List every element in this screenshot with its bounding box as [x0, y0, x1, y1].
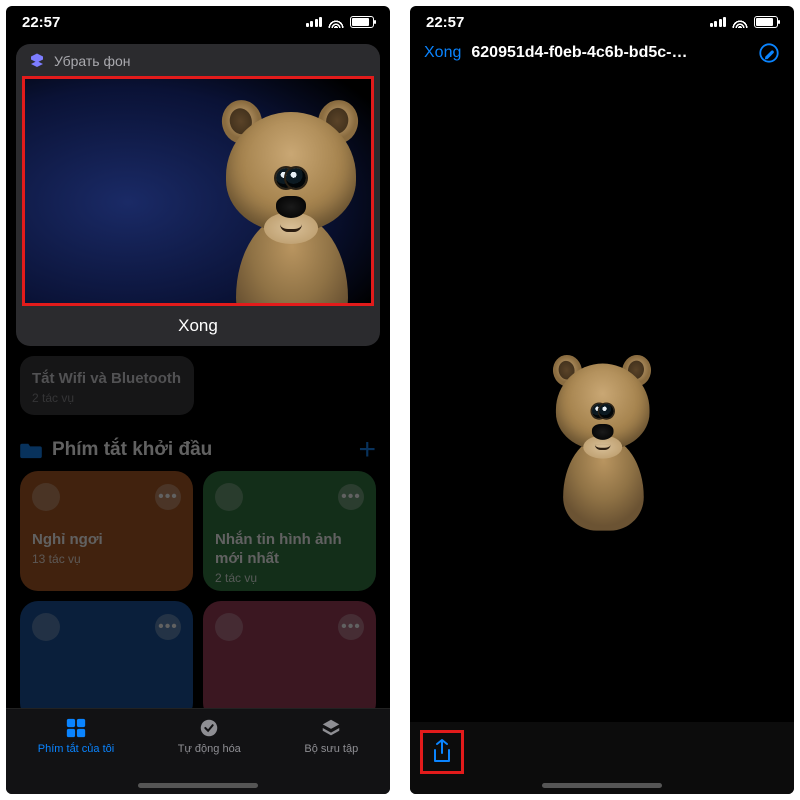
quokka-image — [200, 94, 374, 306]
photos-icon — [215, 613, 243, 641]
section-title: Phím tắt khởi đầu — [52, 439, 212, 461]
shortcut-tile-3[interactable]: ••• — [20, 601, 193, 721]
wifi-icon — [732, 16, 748, 28]
more-icon[interactable]: ••• — [155, 484, 181, 510]
highlight-box — [420, 730, 464, 774]
add-button[interactable]: + — [358, 440, 376, 460]
tile-subtitle: 13 tác vụ — [32, 552, 81, 566]
more-icon[interactable]: ••• — [338, 614, 364, 640]
phone-left-shortcuts: 22:57 Убрать фон — [6, 6, 390, 794]
result-preview[interactable] — [22, 76, 374, 306]
status-time: 22:57 — [22, 14, 60, 31]
stack-icon — [318, 717, 344, 739]
section-header: Phím tắt khởi đầu + — [20, 439, 376, 461]
cellular-icon — [710, 17, 727, 27]
tab-my-shortcuts[interactable]: Phím tắt của tôi — [38, 717, 114, 755]
image-viewer[interactable] — [410, 76, 794, 722]
clock-check-icon — [196, 717, 222, 739]
tab-automation[interactable]: Tự động hóa — [178, 717, 241, 755]
tab-label: Tự động hóa — [178, 743, 241, 755]
quokka-image — [537, 351, 667, 509]
shortcut-tile-4[interactable]: ••• — [203, 601, 376, 721]
status-indicators — [306, 16, 375, 28]
phone-right-viewer: 22:57 Xong 620951d4-f0eb-4c6b-bd5c-… — [410, 6, 794, 794]
wifi-icon — [328, 16, 344, 28]
home-indicator — [138, 783, 258, 788]
viewer-toolbar — [410, 722, 794, 794]
folder-icon — [20, 441, 42, 459]
waveform-icon — [32, 613, 60, 641]
starter-shortcuts-grid: ••• Nghỉ ngơi 13 tác vụ ••• Nhắn tin hìn… — [20, 471, 376, 721]
file-name: 620951d4-f0eb-4c6b-bd5c-… — [471, 44, 748, 62]
card-header: Убрать фон — [16, 44, 380, 76]
tile-title: Tắt Wifi và Bluetooth — [32, 370, 182, 387]
cellular-icon — [306, 17, 323, 27]
tab-label: Bộ sưu tập — [304, 743, 358, 755]
shortcut-tile-wifi-bt[interactable]: Tắt Wifi và Bluetooth 2 tác vụ — [20, 356, 194, 415]
done-button[interactable]: Xong — [424, 44, 461, 62]
done-button[interactable]: Xong — [16, 306, 380, 336]
status-bar: 22:57 — [6, 6, 390, 38]
tab-gallery[interactable]: Bộ sưu tập — [304, 717, 358, 755]
tab-label: Phím tắt của tôi — [38, 743, 114, 755]
shortcut-app-icon — [28, 52, 46, 70]
share-button[interactable] — [420, 730, 464, 774]
status-time: 22:57 — [426, 14, 464, 31]
shortcut-tile-rest[interactable]: ••• Nghỉ ngơi 13 tác vụ — [20, 471, 193, 591]
status-bar: 22:57 — [410, 6, 794, 38]
viewer-top-bar: Xong 620951d4-f0eb-4c6b-bd5c-… — [410, 38, 794, 70]
timer-icon — [32, 483, 60, 511]
grid-icon — [63, 717, 89, 739]
home-indicator — [542, 783, 662, 788]
more-icon[interactable]: ••• — [155, 614, 181, 640]
result-card: Убрать фон Xong — [16, 44, 380, 346]
card-title: Убрать фон — [54, 53, 131, 69]
battery-icon — [350, 16, 374, 28]
tile-title: Nhắn tin hình ảnh mới nhất — [215, 531, 364, 569]
preview-image — [22, 76, 374, 306]
tile-subtitle: 2 tác vụ — [32, 391, 74, 405]
battery-icon — [754, 16, 778, 28]
more-icon[interactable]: ••• — [338, 484, 364, 510]
shortcut-tile-send-image[interactable]: ••• Nhắn tin hình ảnh mới nhất 2 tác vụ — [203, 471, 376, 591]
shortcuts-background: Tắt Wifi và Bluetooth 2 tác vụ Phím tắt … — [6, 346, 390, 721]
tab-bar: Phím tắt của tôi Tự động hóa Bộ sưu tập — [6, 708, 390, 794]
status-indicators — [710, 16, 779, 28]
tile-subtitle: 2 tác vụ — [215, 571, 257, 585]
markup-icon[interactable] — [758, 42, 780, 64]
tile-title: Nghỉ ngơi — [32, 531, 181, 550]
message-icon — [215, 483, 243, 511]
